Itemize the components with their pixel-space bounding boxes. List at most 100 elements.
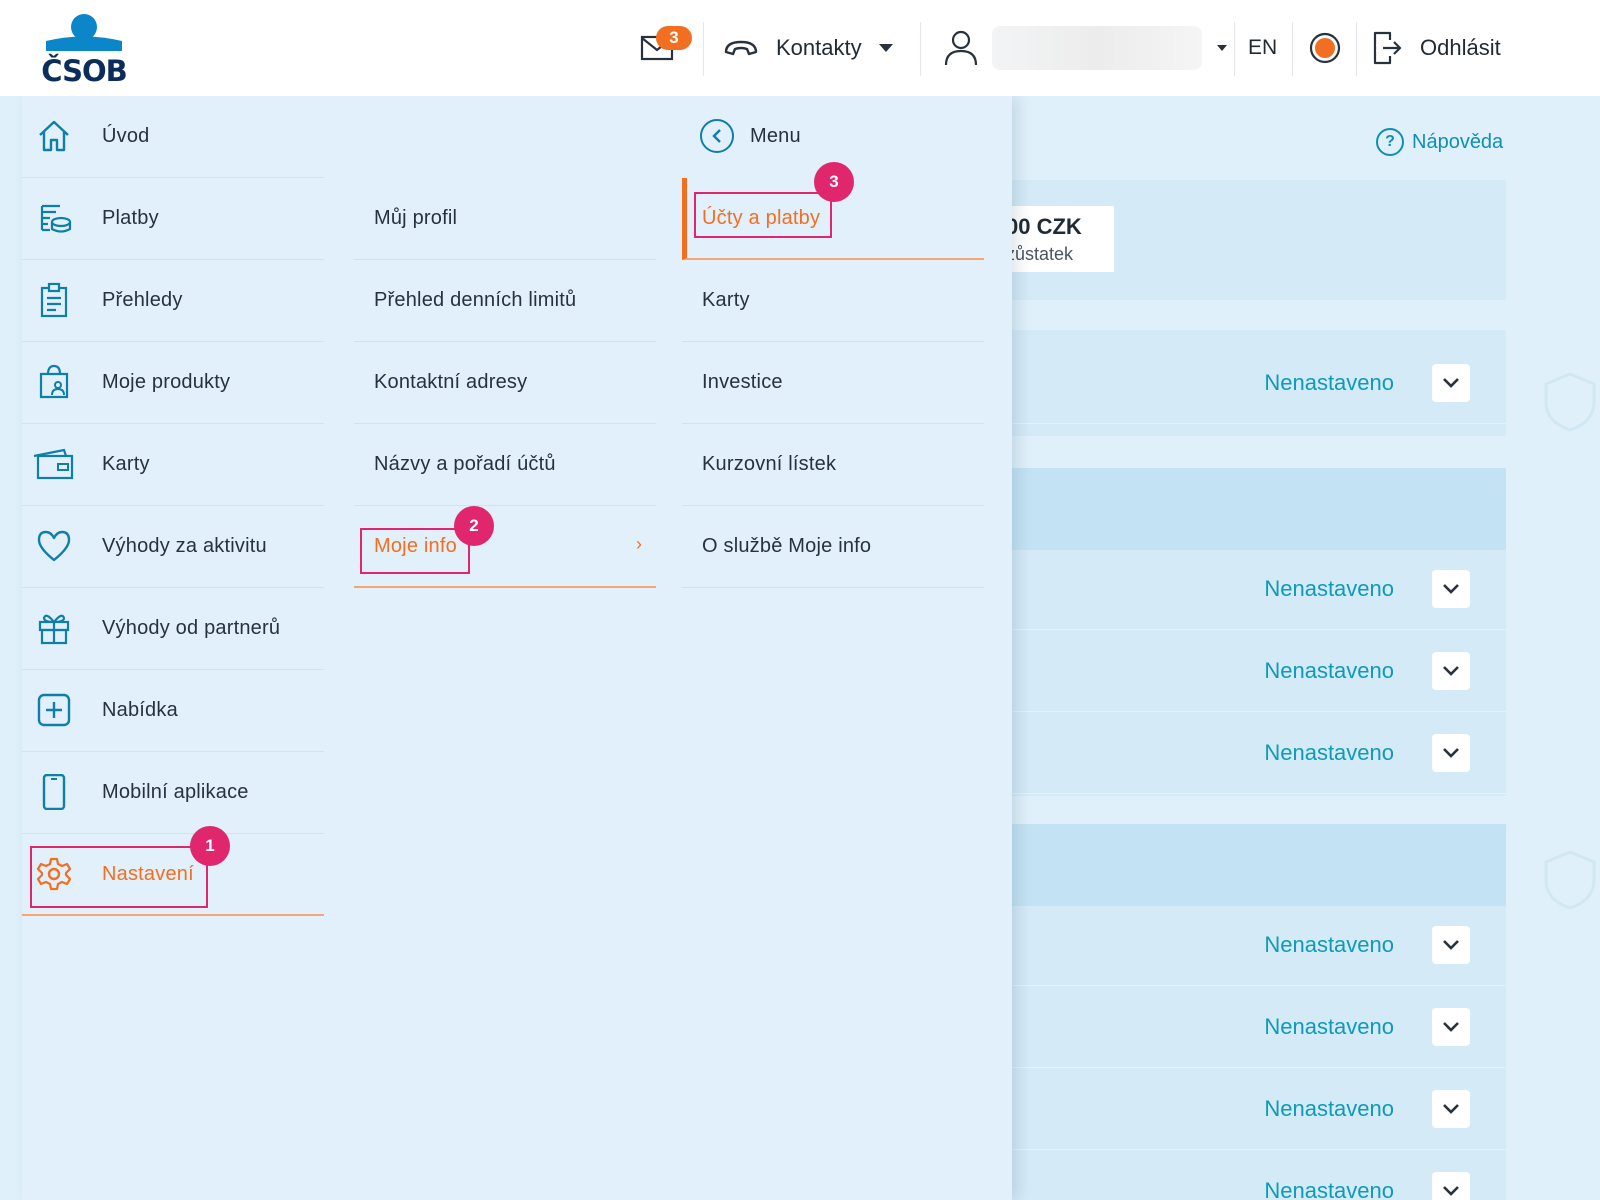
phone-icon	[724, 40, 758, 56]
info-item-label: Karty	[702, 289, 750, 311]
language-switch[interactable]: EN	[1248, 0, 1277, 96]
setting-expand-button[interactable]	[1432, 570, 1470, 608]
contacts-label: Kontakty	[776, 35, 862, 60]
help-link[interactable]: ? Nápověda	[1376, 128, 1503, 156]
back-label: Menu	[750, 124, 801, 147]
menu-item-label: Úvod	[102, 125, 150, 147]
menu-item-prehledy[interactable]: Přehledy	[22, 260, 324, 342]
setting-expand-button[interactable]	[1432, 1172, 1470, 1200]
balance-label: zůstatek	[1006, 244, 1074, 264]
submenu-item-label: Kontaktní adresy	[374, 371, 528, 393]
submenu-item-kontaktni-adresy[interactable]: Kontaktní adresy	[354, 342, 656, 424]
coins-icon	[40, 204, 72, 233]
logo-figure-icon	[46, 14, 122, 51]
header-divider	[1292, 22, 1293, 76]
settings-section-header	[1000, 468, 1506, 550]
chevron-down-icon	[1443, 940, 1459, 950]
menu-item-label: Výhody za aktivitu	[102, 535, 267, 557]
step-3-badge: 3	[814, 162, 854, 202]
submenu-item-nazvy-uctu[interactable]: Názvy a pořadí účtů	[354, 424, 656, 506]
setting-row: Nenastaveno	[1000, 1070, 1506, 1150]
menu-item-vyhody-za-aktivitu[interactable]: Výhody za aktivitu	[22, 506, 324, 588]
menu-item-karty[interactable]: Karty	[22, 424, 324, 506]
setting-value: Nenastaveno	[1264, 658, 1394, 683]
setting-value: Nenastaveno	[1264, 740, 1394, 765]
setting-expand-button[interactable]	[1432, 652, 1470, 690]
back-to-menu-button[interactable]: Menu	[682, 96, 801, 176]
menu-item-label: Moje produkty	[102, 371, 231, 393]
chevron-left-icon	[700, 119, 734, 153]
info-item-karty[interactable]: Karty	[682, 260, 984, 342]
setting-value: Nenastaveno	[1264, 576, 1394, 601]
user-account-dropdown[interactable]	[944, 0, 1228, 96]
setting-expand-button[interactable]	[1432, 364, 1470, 402]
submenu-item-muj-profil[interactable]: Můj profil	[354, 178, 656, 260]
step-1-badge: 1	[190, 826, 230, 866]
help-label: Nápověda	[1412, 130, 1504, 153]
submenu-item-prehled-limitu[interactable]: Přehled denních limitů	[354, 260, 656, 342]
caret-down-icon	[1217, 45, 1227, 51]
step-1-highlight	[30, 846, 208, 908]
setting-value: Nenastaveno	[1264, 1096, 1394, 1121]
setting-value: Nenastaveno	[1264, 932, 1394, 957]
menu-item-uvod[interactable]: Úvod	[22, 96, 324, 178]
chevron-down-icon	[1443, 1022, 1459, 1032]
csob-logo[interactable]: ČSOB	[40, 14, 128, 88]
menu-item-mobilni-aplikace[interactable]: Mobilní aplikace	[22, 752, 324, 834]
heart-icon	[37, 530, 71, 562]
clipboard-icon	[40, 282, 68, 318]
menu-item-platby[interactable]: Platby	[22, 178, 324, 260]
menu-item-vyhody-od-partneru[interactable]: Výhody od partnerů	[22, 588, 324, 670]
menu-item-label: Platby	[102, 207, 159, 229]
logout-button[interactable]: Odhlásit	[1372, 0, 1501, 96]
chevron-down-icon	[1443, 666, 1459, 676]
setting-expand-button[interactable]	[1432, 1090, 1470, 1128]
menu-item-nabidka[interactable]: Nabídka	[22, 670, 324, 752]
header-divider	[1356, 22, 1357, 76]
info-item-investice[interactable]: Investice	[682, 342, 984, 424]
info-item-kurzovni-listek[interactable]: Kurzovní lístek	[682, 424, 984, 506]
logo-text: ČSOB	[41, 54, 127, 88]
menu-item-label: Nabídka	[102, 699, 178, 721]
plus-square-icon	[37, 693, 71, 727]
setting-value: Nenastaveno	[1264, 1178, 1394, 1200]
top-header: ČSOB 3 Kontakty EN Odhlásit	[0, 0, 1600, 96]
theme-indicator[interactable]	[1308, 0, 1342, 96]
header-divider	[1234, 22, 1235, 76]
settings-section-header	[1000, 824, 1506, 906]
setting-row: Nenastaveno	[1000, 1152, 1506, 1200]
setting-expand-button[interactable]	[1432, 926, 1470, 964]
user-name-redacted	[992, 26, 1202, 70]
chevron-down-icon	[1443, 748, 1459, 758]
moje-info-list: Účty a platby Karty Investice Kurzovní l…	[682, 178, 984, 588]
submenu-item-label: Názvy a pořadí účtů	[374, 453, 556, 475]
info-item-o-sluzbe[interactable]: O službě Moje info	[682, 506, 984, 588]
setting-row: Nenastaveno	[1000, 344, 1506, 424]
chevron-down-icon	[1443, 1104, 1459, 1114]
setting-expand-button[interactable]	[1432, 1008, 1470, 1046]
question-icon: ?	[1376, 128, 1404, 156]
info-item-label: O službě Moje info	[702, 535, 872, 557]
chevron-down-icon	[1443, 378, 1459, 388]
submenu-item-label: Přehled denních limitů	[374, 289, 577, 311]
card-icon	[33, 448, 74, 480]
chevron-down-icon	[1443, 1186, 1459, 1196]
setting-expand-button[interactable]	[1432, 734, 1470, 772]
menu-item-label: Mobilní aplikace	[102, 781, 249, 803]
menu-item-moje-produkty[interactable]: Moje produkty	[22, 342, 324, 424]
setting-value: Nenastaveno	[1264, 1014, 1394, 1039]
setting-row: Nenastaveno	[1000, 714, 1506, 794]
submenu-item-label: Můj profil	[374, 207, 458, 229]
mobile-icon	[42, 774, 66, 810]
logout-icon	[1373, 31, 1402, 65]
menu-item-label: Výhody od partnerů	[102, 617, 281, 639]
header-divider	[920, 22, 921, 76]
step-2-badge: 2	[454, 506, 494, 546]
shield-icon	[1544, 372, 1596, 432]
contacts-dropdown[interactable]: Kontakty	[722, 0, 894, 96]
home-icon	[39, 120, 69, 152]
info-item-label: Investice	[702, 371, 783, 393]
logout-label: Odhlásit	[1420, 35, 1501, 60]
messages-count-badge: 3	[656, 26, 692, 50]
main-menu-column: Úvod Platby Přehledy Moje produkty Karty…	[22, 96, 324, 916]
